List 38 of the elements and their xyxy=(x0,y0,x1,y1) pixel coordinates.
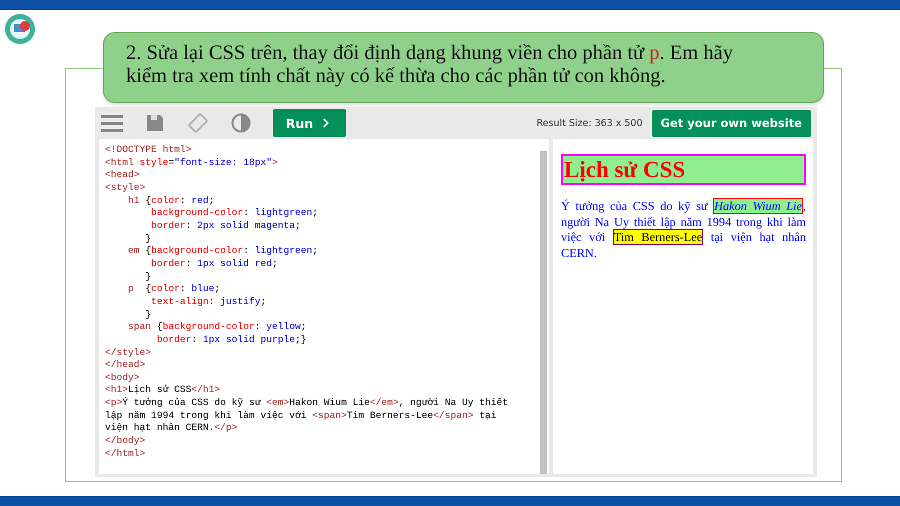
run-button[interactable]: Run xyxy=(273,109,346,137)
code-line: border: 2px solid magenta; xyxy=(150,220,302,233)
code-line: lập năm 1994 trong khi làm việc với <span>Tim Berners-Lee</span> tại xyxy=(105,410,498,422)
code-line: background-color: lightgreen; xyxy=(150,207,320,220)
code-line: h1 {color: red; xyxy=(127,194,216,208)
code-line: viện hạt nhân CERN.</p> xyxy=(105,422,238,436)
code-line: } xyxy=(144,270,152,284)
result-paragraph: Ý tưởng của CSS do kỹ sư Hakon Wium Lie, người Na Uy thiết lập năm 1994 trong khi làm việc với Tim Berners-Lee tại viện hạt nhân CERN. xyxy=(561,199,806,261)
code-line: <head> xyxy=(105,169,141,182)
result-heading: Lịch sử CSS xyxy=(561,154,806,185)
code-line: border: 1px solid purple;} xyxy=(156,334,308,346)
code-line: border: 1px solid red; xyxy=(150,258,279,271)
code-line: } xyxy=(144,232,152,246)
code-line: <body> xyxy=(105,372,141,384)
code-line: <p>Ý tưởng của CSS do kỹ sư <em>Hakon Wium Lie</em>, người Na Uy thiết xyxy=(105,397,510,410)
code-line: </style> xyxy=(105,346,152,360)
code-line: em {background-color: lightgreen; xyxy=(127,245,320,258)
code-line: <!DOCTYPE html> xyxy=(105,144,192,157)
result-size-label: Result Size: 363 x 500 xyxy=(536,118,643,128)
menu-icon[interactable] xyxy=(101,112,123,134)
save-icon[interactable] xyxy=(144,112,166,134)
logo-icon xyxy=(4,13,36,45)
code-line: } xyxy=(144,308,152,322)
code-line: span {background-color: yellow; xyxy=(127,321,308,334)
code-line: </head> xyxy=(105,359,146,372)
code-line: </body> xyxy=(105,435,146,448)
code-line: p {color: blue; xyxy=(127,283,222,296)
code-line: text-align: justify; xyxy=(150,296,268,309)
code-line: <h1>Lịch sử CSS</h1> xyxy=(105,384,222,397)
code-pane[interactable] xyxy=(99,139,549,474)
code-line: <html style="font-size: 18px"> xyxy=(105,156,279,170)
get-website-button[interactable]: Get your own website xyxy=(652,110,811,136)
question-text: 2. Sửa lại CSS trên, thay đổi định dạng khung viền cho phần tử p. Em hãy kiểm tra xem tính chất này có kế thừa cho các phần tử con không. xyxy=(103,32,824,103)
contrast-icon[interactable] xyxy=(230,112,252,134)
code-line: </html> xyxy=(105,448,146,460)
code-line: <style> xyxy=(105,182,146,195)
scrollbar[interactable] xyxy=(540,151,547,474)
rotate-icon[interactable] xyxy=(187,112,209,134)
